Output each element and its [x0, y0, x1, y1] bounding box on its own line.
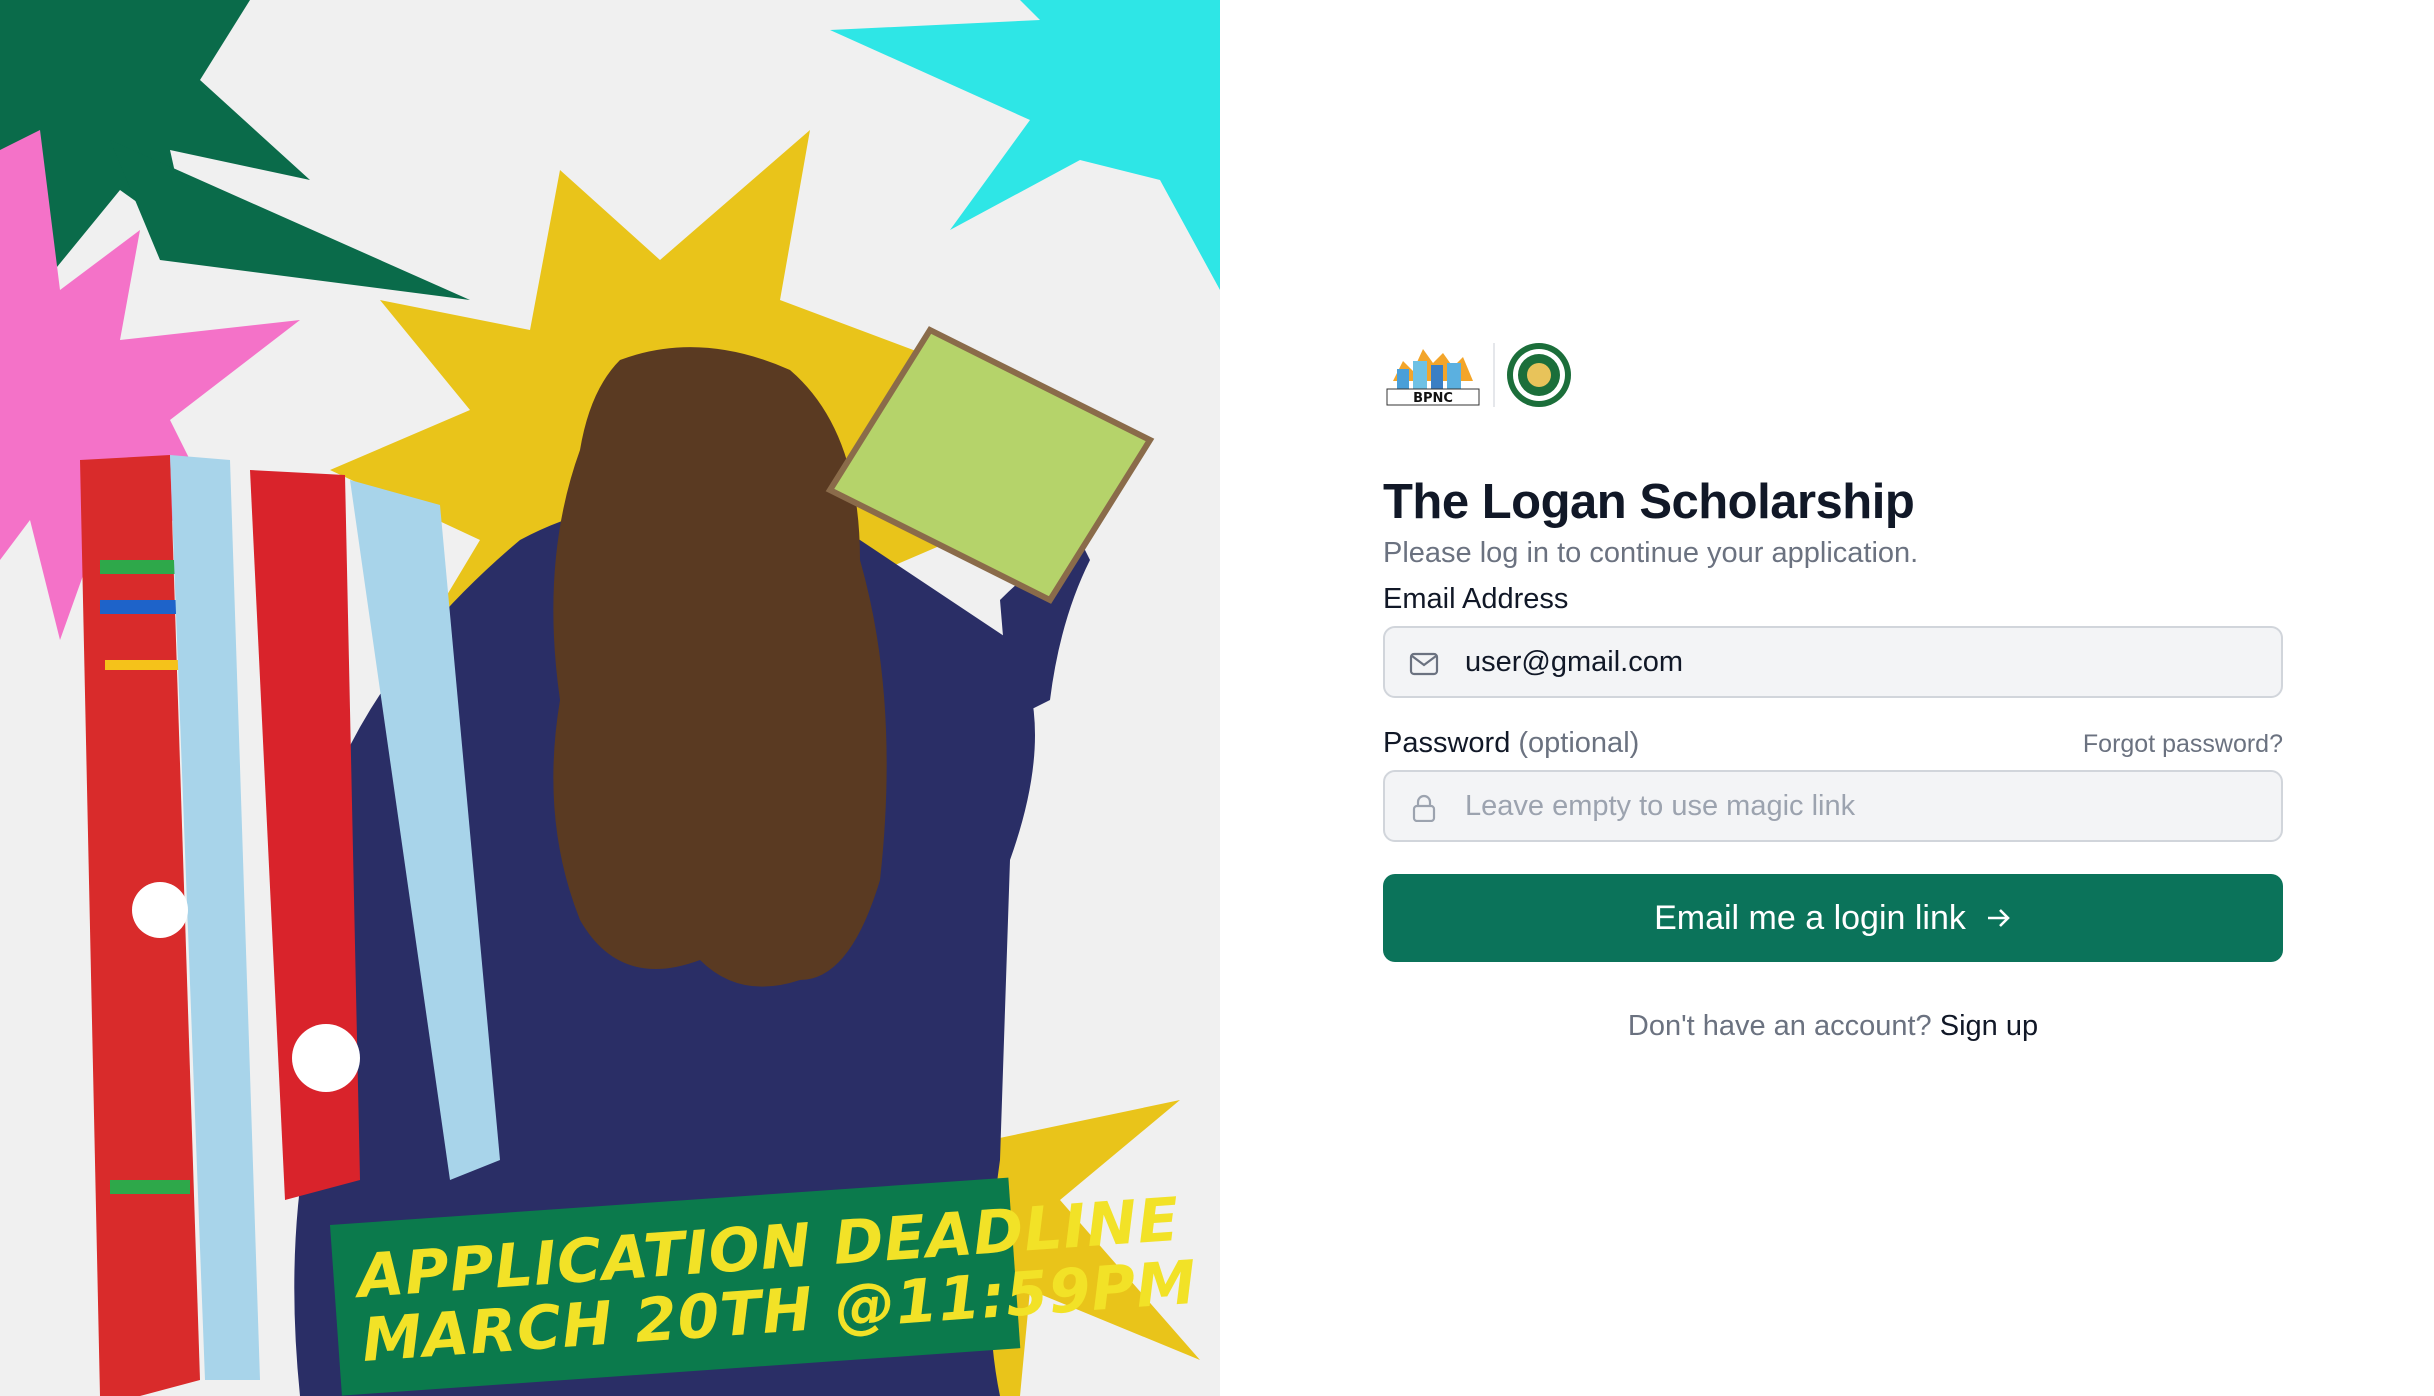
lock-icon: [1412, 794, 1436, 822]
serape-stripe-1: [100, 560, 180, 574]
hair-shape: [553, 347, 887, 987]
bpnc-logo: BPNC: [1386, 349, 1480, 406]
signup-row: Don't have an account? Sign up: [1383, 1010, 2283, 1043]
hero-image: APPLICATION DEADLINE MARCH 20TH @11:59PM: [0, 0, 1220, 1396]
email-field-wrapper: [1383, 626, 2283, 698]
red-stole: [250, 470, 360, 1200]
cyan-star-shape: [830, 0, 1220, 290]
password-label-text: Password: [1383, 727, 1511, 759]
page-title: The Logan Scholarship: [1383, 475, 1915, 529]
password-optional-text: (optional): [1518, 727, 1640, 759]
email-login-link-button[interactable]: Email me a login link: [1383, 874, 2283, 962]
serape-stripe-2: [100, 600, 180, 614]
uic-badge-1: [132, 882, 188, 938]
login-form: BPNC The Logan Scholarship Please log in…: [1383, 340, 2283, 1043]
university-seal-icon: [1507, 343, 1571, 407]
graduation-illustration: [0, 0, 1220, 1396]
signup-prompt: Don't have an account?: [1627, 1010, 1932, 1042]
password-label-row: Password (optional) Forgot password?: [1383, 724, 2283, 762]
logo-divider: [1493, 343, 1495, 407]
uic-badge-2: [292, 1024, 360, 1092]
arrow-right-icon: [1987, 909, 2010, 927]
serape-stripe-4: [110, 1180, 190, 1194]
logo-row: BPNC: [1383, 340, 2283, 410]
page-subtitle: Please log in to continue your applicati…: [1383, 537, 1919, 569]
email-field[interactable]: [1385, 628, 2281, 696]
sign-up-link[interactable]: Sign up: [1940, 1010, 2038, 1042]
forgot-password-link[interactable]: Forgot password?: [2083, 730, 2283, 759]
svg-text:BPNC: BPNC: [1413, 391, 1453, 406]
password-field[interactable]: [1385, 772, 2281, 840]
submit-button-label: Email me a login link: [1654, 898, 1966, 937]
email-label: Email Address: [1383, 583, 1569, 615]
password-field-wrapper: [1383, 770, 2283, 842]
serape-stripe-3: [105, 660, 185, 670]
password-label: Password (optional): [1383, 724, 1639, 762]
mail-icon: [1409, 652, 1439, 676]
